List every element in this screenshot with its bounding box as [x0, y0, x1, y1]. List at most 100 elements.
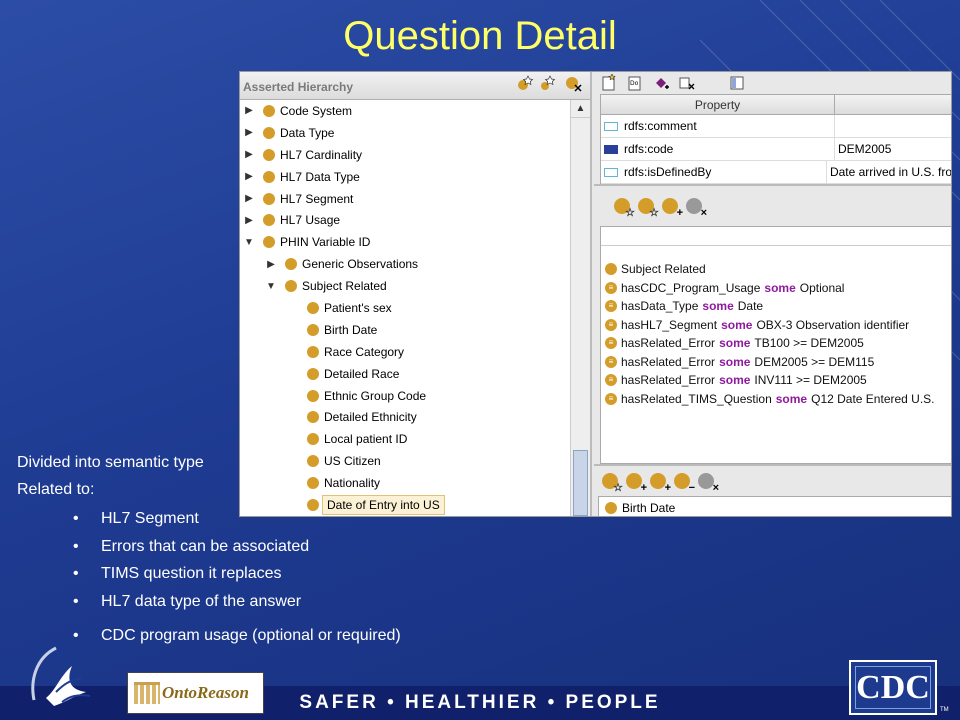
add-disjoint-class-icon[interactable]: +	[626, 473, 647, 494]
add-subclass-icon[interactable]	[516, 74, 534, 92]
property-row[interactable]: rdfs:comment	[601, 115, 951, 138]
property-value[interactable]: DEM2005	[835, 142, 891, 156]
property-row[interactable]: rdfs:code DEM2005	[601, 138, 951, 161]
tree-row[interactable]: ▼ PHIN Variable ID	[240, 231, 565, 253]
tree-scrollbar[interactable]: ▲	[570, 100, 590, 516]
tree-row[interactable]: Local patient ID	[240, 428, 565, 450]
tree-row[interactable]: ▶ HL7 Segment	[240, 188, 565, 210]
scroll-thumb[interactable]	[573, 450, 588, 516]
condition-property: Subject Related	[621, 262, 706, 277]
condition-row[interactable]: ≡ hasCDC_Program_Usage some Optional	[601, 279, 951, 298]
condition-row[interactable]: Subject Related	[601, 260, 951, 279]
property-row[interactable]: rdfs:isDefinedBy Date arrived in U.S. fro	[601, 161, 951, 184]
create-expression-icon[interactable]: ☆	[638, 198, 659, 219]
hhs-eagle-logo	[31, 646, 91, 706]
view-icon[interactable]	[728, 74, 746, 92]
property-name-cell: rdfs:isDefinedBy	[601, 161, 827, 183]
collapse-triangle-icon[interactable]: ▼	[242, 237, 256, 248]
asserted-conditions-panel: ☆ ☆ + × Subject Related ≡ hasCDC_Program_U…	[594, 184, 951, 464]
delete-class-icon[interactable]	[564, 74, 582, 92]
class-icon	[307, 411, 319, 424]
condition-keyword: some	[719, 373, 751, 388]
condition-property: hasRelated_Error	[621, 336, 716, 351]
expand-triangle-icon[interactable]: ▶	[242, 127, 256, 138]
expand-triangle-icon[interactable]: ▶	[242, 105, 256, 116]
condition-property: hasRelated_Error	[621, 373, 716, 388]
remove-all-siblings-icon[interactable]: −	[674, 473, 695, 494]
expand-triangle-icon[interactable]: ▶	[242, 149, 256, 160]
class-icon	[263, 192, 275, 205]
add-disjoint-expression-icon[interactable]: ☆	[602, 473, 623, 494]
bullet-item: CDC program usage (optional or required)	[73, 627, 401, 655]
tree-item-label: Ethnic Group Code	[324, 388, 427, 403]
remove-disjoint-icon[interactable]: ×	[698, 473, 719, 494]
condition-property: hasHL7_Segment	[621, 317, 718, 332]
tree-row[interactable]: Race Category	[240, 341, 565, 363]
tree-row[interactable]: Birth Date	[240, 319, 565, 341]
add-named-class-icon[interactable]: +	[662, 198, 683, 219]
expand-triangle-icon[interactable]: ▶	[242, 193, 256, 204]
class-icon	[307, 433, 319, 446]
remove-property-icon[interactable]	[678, 74, 696, 92]
add-sibling-icon[interactable]	[540, 74, 558, 92]
property-value[interactable]: Date arrived in U.S. fro	[827, 165, 951, 179]
note-related-to: Related to:	[17, 481, 95, 498]
add-all-siblings-icon[interactable]: +	[650, 473, 671, 494]
add-property-icon[interactable]	[652, 74, 670, 92]
property-name-cell: rdfs:code	[601, 138, 835, 160]
new-annotation-icon[interactable]	[600, 74, 618, 92]
tree-item-label: Detailed Ethnicity	[324, 410, 417, 425]
tree-row[interactable]: ▶ Code System	[240, 100, 565, 122]
collapse-triangle-icon[interactable]: ▼	[264, 281, 278, 292]
condition-row[interactable]: ≡ hasRelated_TIMS_Question some Q12 Date En…	[601, 390, 951, 409]
value-column-header[interactable]	[835, 95, 951, 114]
condition-property: hasData_Type	[621, 299, 699, 314]
tree-row[interactable]: ▶ HL7 Usage	[240, 209, 565, 231]
condition-row[interactable]: ≡ hasRelated_Error some INV111 >= DEM2005	[601, 371, 951, 390]
tree-row[interactable]: ▼ Subject Related	[240, 275, 565, 297]
tree-item-label: PHIN Variable ID	[280, 235, 371, 250]
protege-screenshot: Asserted Hierarchy ▶ Code System ▶ Data Typ…	[239, 71, 952, 517]
tree-item-label: Subject Related	[302, 279, 387, 294]
tree-row[interactable]: ▶ Data Type	[240, 122, 565, 144]
remove-condition-icon[interactable]: ×	[686, 198, 707, 219]
tree-item-label: HL7 Data Type	[280, 169, 360, 184]
expand-triangle-icon[interactable]: ▶	[242, 171, 256, 182]
class-icon	[605, 263, 617, 276]
tree-row[interactable]: Detailed Race	[240, 363, 565, 385]
note-semantic-type: Divided into semantic type	[17, 454, 204, 471]
condition-row[interactable]: ≡ hasHL7_Segment some OBX-3 Observation ide…	[601, 316, 951, 335]
documentation-icon[interactable]: Do	[626, 74, 644, 92]
tree-row[interactable]: US Citizen	[240, 450, 565, 472]
conditions-list: Subject Related ≡ hasCDC_Program_Usage some…	[600, 226, 951, 464]
tree-row[interactable]: Patient's sex	[240, 297, 565, 319]
tree-row[interactable]: ▶ HL7 Data Type	[240, 166, 565, 188]
tree-row[interactable]: Nationality	[240, 472, 565, 494]
condition-row[interactable]: ≡ hasData_Type some Date	[601, 297, 951, 316]
create-restriction-icon[interactable]: ☆	[614, 198, 635, 219]
disjoint-item[interactable]: Birth Date	[622, 501, 675, 515]
condition-filler: Date	[737, 299, 764, 314]
tree-row[interactable]: Ethnic Group Code	[240, 385, 565, 407]
tree-row[interactable]: ▶ HL7 Cardinality	[240, 144, 565, 166]
tree-row[interactable]: Detailed Ethnicity	[240, 406, 565, 428]
disjoint-list: Birth Date	[598, 496, 951, 516]
condition-keyword: some	[719, 354, 751, 369]
condition-keyword: some	[719, 336, 751, 351]
condition-row[interactable]: ≡ hasRelated_Error some TB100 >= DEM2005	[601, 334, 951, 353]
property-column-header[interactable]: Property	[601, 95, 835, 114]
scroll-up-icon[interactable]: ▲	[571, 100, 590, 118]
expand-triangle-icon[interactable]: ▶	[242, 215, 256, 226]
condition-filler: INV111 >= DEM2005	[754, 373, 867, 388]
class-icon	[263, 214, 275, 227]
class-icon	[307, 367, 319, 380]
notes: Divided into semantic type Related to:	[17, 454, 204, 508]
tree-row[interactable]: ▶ Generic Observations	[240, 253, 565, 275]
restriction-icon: ≡	[605, 374, 617, 387]
condition-filler: Optional	[799, 280, 845, 295]
expand-triangle-icon[interactable]: ▶	[264, 259, 278, 270]
class-icon	[605, 502, 617, 514]
condition-row[interactable]: ≡ hasRelated_Error some DEM2005 >= DEM115	[601, 353, 951, 372]
hierarchy-header: Asserted Hierarchy	[240, 72, 590, 100]
trademark: TM	[940, 707, 949, 713]
